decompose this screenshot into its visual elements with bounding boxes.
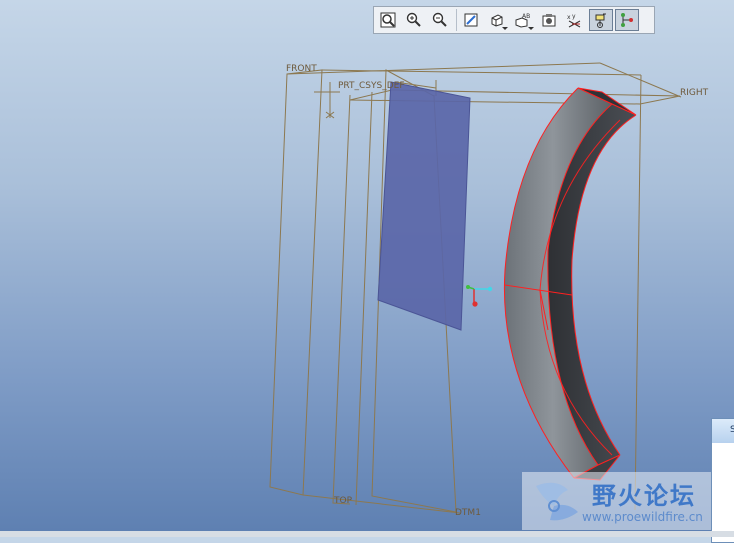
repaint-icon[interactable] [459,9,483,31]
zoom-in-icon[interactable] [402,9,426,31]
spin-center-toggle-icon[interactable] [589,9,613,31]
datum-label-right: RIGHT [680,88,709,98]
csys-marker [314,82,340,119]
watermark: 野火论坛 www.proewildfire.cn [522,472,714,530]
datum-label-dtm1: DTM1 [455,508,481,518]
watermark-text: 野火论坛 [592,481,696,510]
watermark-logo-icon [536,482,578,521]
annotation-display-icon[interactable] [615,9,639,31]
toolbar-separator [456,9,457,31]
swept-solid-part[interactable] [503,87,637,481]
saved-view-icon[interactable]: AB [511,9,535,31]
zoom-out-icon[interactable] [428,9,452,31]
view-toolbar: AB xy [373,6,655,34]
refit-icon[interactable] [376,9,400,31]
svg-text:x: x [567,14,571,21]
csys-label: PRT_CSYS_DEF [338,81,405,91]
datum-label-front: FRONT [286,64,317,74]
sketch-plane[interactable] [377,81,471,331]
view-manager-icon[interactable] [537,9,561,31]
watermark-url: www.proewildfire.cn [582,510,703,524]
datum-label-top: TOP [333,496,353,506]
graphics-window[interactable]: FRONT RIGHT TOP DTM1 PRT_CSYS_DEF [0,0,734,537]
display-style-icon[interactable] [485,9,509,31]
spin-center-icon [466,285,493,307]
datum-plane-front[interactable] [269,62,682,511]
svg-text:y: y [572,13,576,20]
side-dialog-title: S [712,419,734,443]
datum-display-icon[interactable]: xy [563,9,587,31]
model-canvas[interactable]: FRONT RIGHT TOP DTM1 PRT_CSYS_DEF [0,0,734,537]
side-dialog[interactable]: S [711,418,734,543]
status-strip [0,531,734,537]
